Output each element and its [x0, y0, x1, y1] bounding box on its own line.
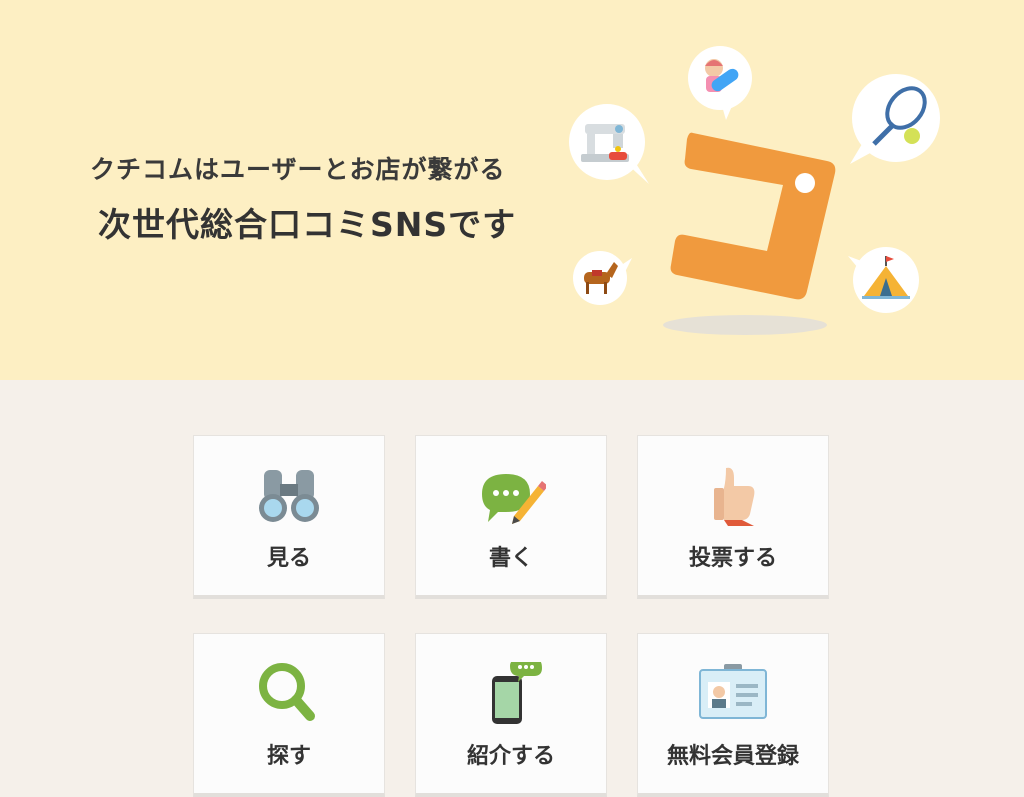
- tagline-line2: 次世代総合口コミSNSです: [98, 205, 517, 244]
- binoculars-icon: [259, 470, 319, 522]
- sewing-machine-icon: [569, 104, 649, 184]
- menu-label-write: 書く: [488, 546, 533, 571]
- tagline-line1: クチコムはユーザーとお店が繋がる: [90, 155, 506, 184]
- menu-label-search: 探す: [266, 744, 311, 769]
- id-card-icon: [699, 664, 767, 719]
- thumbs-up-icon: [714, 467, 755, 526]
- smartphone-chat-icon: [492, 662, 542, 724]
- hero-banner: クチコムはユーザーとお店が繋がる 次世代総合口コミSNSです: [0, 0, 1024, 380]
- magnifier-icon: [259, 663, 315, 721]
- menu-card-vote[interactable]: 投票する: [637, 435, 829, 599]
- menu-card-view[interactable]: 見る: [193, 435, 385, 599]
- kuchikomu-logo-icon: [663, 132, 836, 335]
- menu-label-vote: 投票する: [688, 546, 777, 571]
- tent-icon: [848, 247, 919, 313]
- menu-label-introduce: 紹介する: [466, 744, 555, 769]
- menu-card-search[interactable]: 探す: [193, 633, 385, 797]
- menu-label-register: 無料会員登録: [666, 744, 799, 769]
- horse-icon: [573, 251, 632, 305]
- speech-pencil-icon: [482, 474, 546, 524]
- snowboarder-icon: [688, 46, 752, 120]
- tennis-racket-icon: [850, 74, 940, 164]
- menu-card-register[interactable]: 無料会員登録: [637, 633, 829, 797]
- menu-label-view: 見る: [266, 546, 311, 571]
- menu-card-introduce[interactable]: 紹介する: [415, 633, 607, 797]
- menu-card-write[interactable]: 書く: [415, 435, 607, 599]
- hero-tagline: クチコムはユーザーとお店が繋がる 次世代総合口コミSNSです: [90, 150, 560, 246]
